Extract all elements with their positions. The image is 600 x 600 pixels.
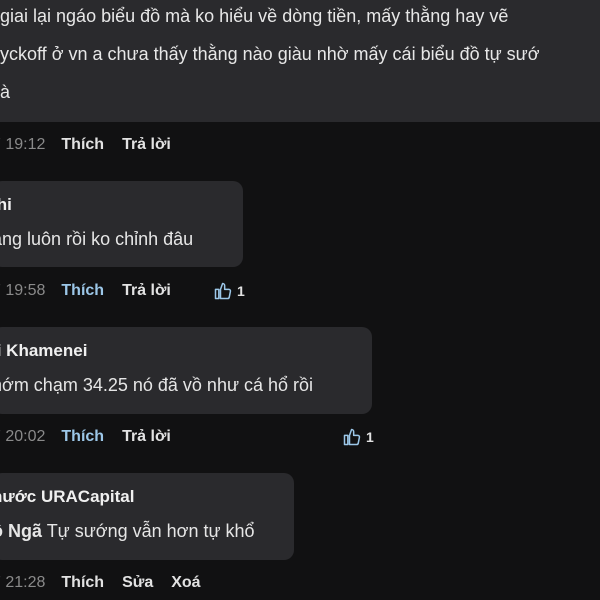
thumbs-up-icon xyxy=(343,428,361,446)
edit-button[interactable]: Sửa xyxy=(122,574,153,592)
like-count[interactable]: 1 xyxy=(213,279,245,303)
like-button[interactable]: Thích xyxy=(61,282,104,300)
comment-bubble: ihi ăng luôn rồi ko chỉnh đâu xyxy=(0,181,243,267)
like-count[interactable]: 1 xyxy=(342,425,374,449)
comment-timestamp: 7 19:58 xyxy=(0,282,46,299)
reply-button[interactable]: Trả lời xyxy=(122,428,171,446)
comment-meta: 7 21:28 Thích Sửa Xoá xyxy=(0,571,219,595)
thumbs-up-icon xyxy=(214,282,232,300)
mentioned-user[interactable]: ô Ngã xyxy=(0,521,42,541)
comment-text: hớm chạm 34.25 nó đã vồ như cá hổ rồi xyxy=(0,375,314,395)
comment-bubble: li Khamenei hớm chạm 34.25 nó đã vồ như … xyxy=(0,327,372,414)
like-count-value: 1 xyxy=(366,429,374,445)
comment-author[interactable]: hước URACapital xyxy=(0,487,134,507)
comment-text: ô Ngã Tự sướng vẫn hơn tự khổ xyxy=(0,521,255,542)
comment-meta: 7 20:02 Thích Trả lời xyxy=(0,425,189,449)
delete-button[interactable]: Xoá xyxy=(171,574,200,592)
comment-bubble: giai lại ngáo biểu đồ mà ko hiểu về dòng… xyxy=(0,0,600,122)
comment-author[interactable]: li Khamenei xyxy=(0,341,87,361)
like-button[interactable]: Thích xyxy=(61,428,104,446)
comment-text: ăng luôn rồi ko chỉnh đâu xyxy=(0,229,194,249)
comment-timestamp: 7 20:02 xyxy=(0,428,46,445)
like-button[interactable]: Thích xyxy=(61,574,104,592)
comment-timestamp: 7 19:12 xyxy=(0,136,46,153)
reply-button[interactable]: Trả lời xyxy=(122,282,171,300)
comment-bubble: hước URACapital ô Ngã Tự sướng vẫn hơn t… xyxy=(0,473,294,560)
like-button[interactable]: Thích xyxy=(61,136,104,154)
comment-text-line: à xyxy=(0,82,11,102)
like-count-value: 1 xyxy=(237,283,245,299)
comment-text-line: giai lại ngáo biểu đồ mà ko hiểu về dòng… xyxy=(0,6,509,26)
comment-timestamp: 7 21:28 xyxy=(0,574,46,591)
comment-text-content: Tự sướng vẫn hơn tự khổ xyxy=(42,521,255,541)
comment-text-line: yckoff ở vn a chưa thấy thằng nào giàu n… xyxy=(0,44,540,64)
reply-button[interactable]: Trả lời xyxy=(122,136,171,154)
comment-meta: 7 19:58 Thích Trả lời xyxy=(0,279,189,303)
comment-author[interactable]: ihi xyxy=(0,195,12,215)
comment-meta: 7 19:12 Thích Trả lời xyxy=(0,133,189,157)
